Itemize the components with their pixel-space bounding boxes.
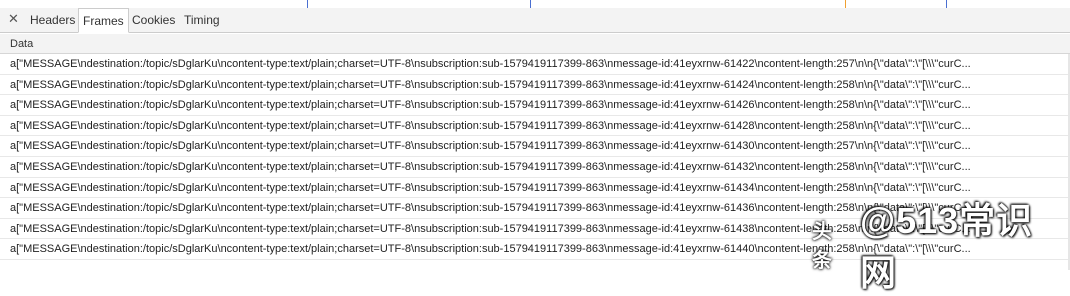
- frame-data: a["MESSAGE\ndestination:/topic/sDglarKu\…: [10, 119, 971, 132]
- frame-data: a["MESSAGE\ndestination:/topic/sDglarKu\…: [10, 160, 971, 173]
- details-tab-bar: ✕ Headers Frames Cookies Timing: [0, 8, 1070, 33]
- tab-timing[interactable]: Timing: [180, 8, 224, 32]
- tab-label: Headers: [30, 13, 76, 27]
- tab-cookies[interactable]: Cookies: [128, 8, 179, 32]
- frame-row[interactable]: a["MESSAGE\ndestination:/topic/sDglarKu\…: [0, 136, 1070, 157]
- timeline-marker: [946, 0, 947, 8]
- timeline-strip: [0, 0, 1070, 8]
- frame-row[interactable]: a["MESSAGE\ndestination:/topic/sDglarKu\…: [0, 239, 1070, 260]
- frame-row[interactable]: a["MESSAGE\ndestination:/topic/sDglarKu\…: [0, 54, 1070, 75]
- frame-row[interactable]: a["MESSAGE\ndestination:/topic/sDglarKu\…: [0, 95, 1070, 116]
- frame-data: a["MESSAGE\ndestination:/topic/sDglarKu\…: [10, 140, 971, 153]
- data-column-header[interactable]: Data: [0, 34, 1070, 54]
- frame-data: a["MESSAGE\ndestination:/topic/sDglarKu\…: [10, 222, 971, 235]
- frame-row[interactable]: a["MESSAGE\ndestination:/topic/sDglarKu\…: [0, 178, 1070, 199]
- frame-data: a["MESSAGE\ndestination:/topic/sDglarKu\…: [10, 202, 971, 215]
- timeline-marker: [530, 0, 531, 8]
- frame-data: a["MESSAGE\ndestination:/topic/sDglarKu\…: [10, 99, 971, 112]
- frame-row[interactable]: a["MESSAGE\ndestination:/topic/sDglarKu\…: [0, 75, 1070, 96]
- timeline-marker: [307, 0, 308, 8]
- frame-row[interactable]: a["MESSAGE\ndestination:/topic/sDglarKu\…: [0, 198, 1070, 219]
- timeline-marker: [845, 0, 846, 8]
- close-icon[interactable]: ✕: [8, 11, 19, 27]
- frame-data: a["MESSAGE\ndestination:/topic/sDglarKu\…: [10, 243, 971, 256]
- tab-label: Frames: [83, 14, 124, 28]
- frame-data: a["MESSAGE\ndestination:/topic/sDglarKu\…: [10, 181, 971, 194]
- frame-data: a["MESSAGE\ndestination:/topic/sDglarKu\…: [10, 78, 971, 91]
- tab-headers[interactable]: Headers: [26, 8, 79, 32]
- tab-label: Cookies: [132, 13, 176, 27]
- tab-label: Timing: [184, 13, 220, 27]
- column-header-label: Data: [10, 38, 34, 50]
- frame-row[interactable]: a["MESSAGE\ndestination:/topic/sDglarKu\…: [0, 116, 1070, 137]
- frames-list: a["MESSAGE\ndestination:/topic/sDglarKu\…: [0, 54, 1070, 260]
- frame-row[interactable]: a["MESSAGE\ndestination:/topic/sDglarKu\…: [0, 157, 1070, 178]
- frame-data: a["MESSAGE\ndestination:/topic/sDglarKu\…: [10, 58, 971, 70]
- tab-frames[interactable]: Frames: [78, 8, 129, 33]
- frame-row[interactable]: a["MESSAGE\ndestination:/topic/sDglarKu\…: [0, 219, 1070, 240]
